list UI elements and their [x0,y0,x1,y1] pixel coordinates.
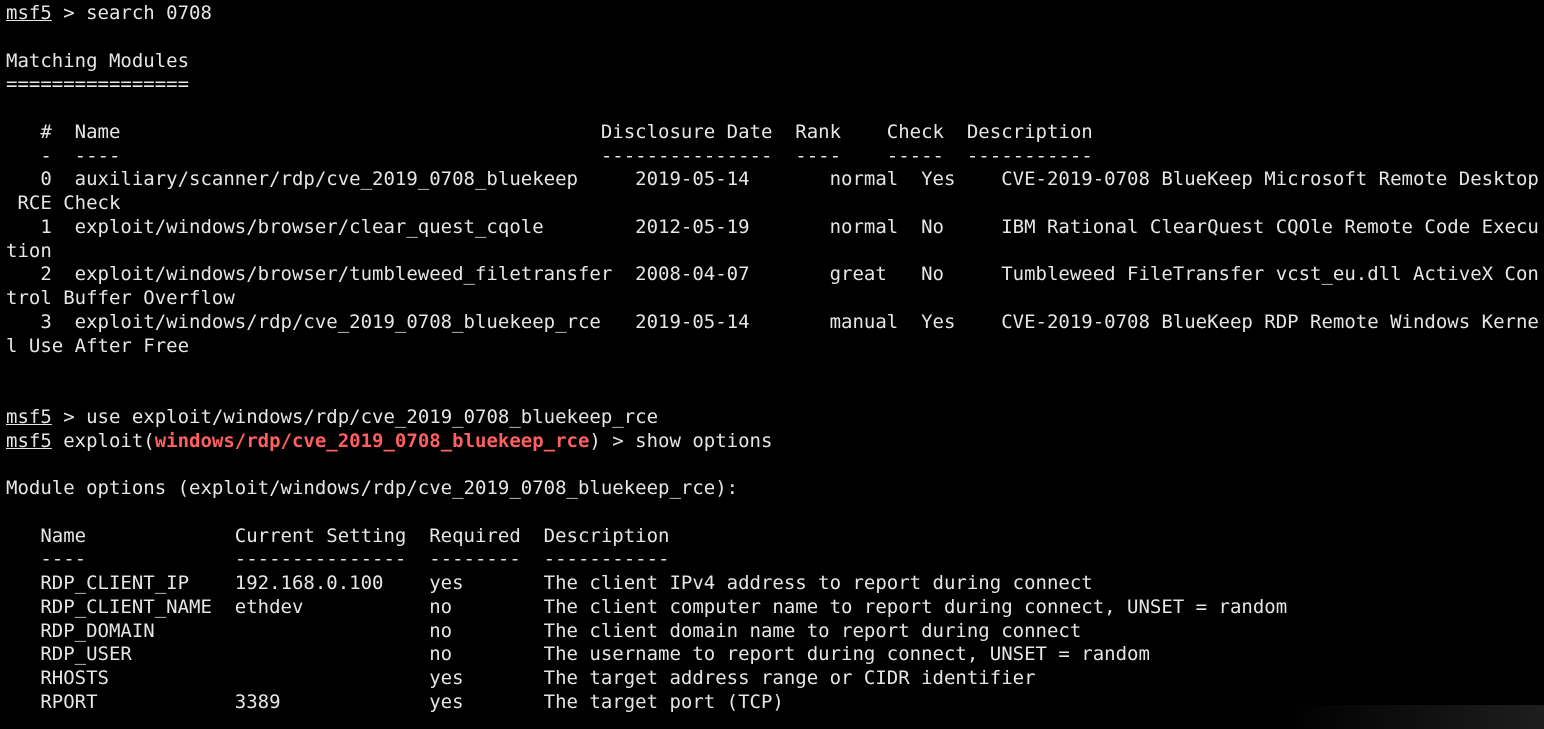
results-table-row-line: RCE Check [6,192,121,214]
show-options-command-line: msf5 exploit(windows/rdp/cve_2019_0708_b… [6,430,1544,454]
results-table-row-line: 1 exploit/windows/browser/clear_quest_cq… [6,215,1539,238]
results-table-row-line: trol Buffer Overflow [6,287,235,309]
matching-modules-rule: ================ [6,73,190,96]
options-table-header: Name Current Setting Required Descriptio… [6,524,670,547]
search-command: > search 0708 [51,2,212,24]
matching-modules-heading: Matching Modules [6,49,190,72]
prompt: msf5 [6,2,52,24]
options-table-row: RDP_USER no The username to report durin… [6,643,1150,666]
module-options-title: Module options (exploit/windows/rdp/cve_… [6,477,739,499]
terminal-window[interactable]: msf5 > search 0708 Matching Modules ====… [0,0,1544,729]
results-table-row-line: tion [6,239,52,262]
results-table-row-line: 2 exploit/windows/browser/tumbleweed_fil… [6,263,1539,286]
prompt: msf5 [6,405,52,428]
options-table-row: RDP_DOMAIN no The client domain name to … [6,619,1082,642]
results-table-row-line: 3 exploit/windows/rdp/cve_2019_0708_blue… [6,310,1539,333]
options-table-row: RDP_CLIENT_IP 192.168.0.100 yes The clie… [6,572,1093,594]
options-table-row: RDP_CLIENT_NAME ethdev no The client com… [6,595,1288,618]
prompt: msf5 [6,429,52,452]
exploit-prefix: exploit( [51,429,155,452]
use-command: > use exploit/windows/rdp/cve_2019_0708_… [51,405,659,428]
results-table-header: # Name Disclosure Date Rank Check Descri… [6,120,1093,143]
results-table-row-line: l Use After Free [6,334,190,357]
options-table-separator: ---- --------------- -------- ----------… [6,548,670,571]
results-table-row-line: 0 auxiliary/scanner/rdp/cve_2019_0708_bl… [6,168,1539,191]
options-table-row: RHOSTS yes The target address range or C… [6,667,1036,689]
use-command-line: msf5 > use exploit/windows/rdp/cve_2019_… [6,406,1544,430]
corner-watermark-fade [1284,705,1544,729]
show-options-command: ) > show options [589,429,773,452]
search-command-line: msf5 > search 0708 [6,2,1544,26]
results-table-separator: - ---- --------------- ---- ----- ------… [6,144,1093,167]
active-module-name: windows/rdp/cve_2019_0708_bluekeep_rce [154,429,590,452]
